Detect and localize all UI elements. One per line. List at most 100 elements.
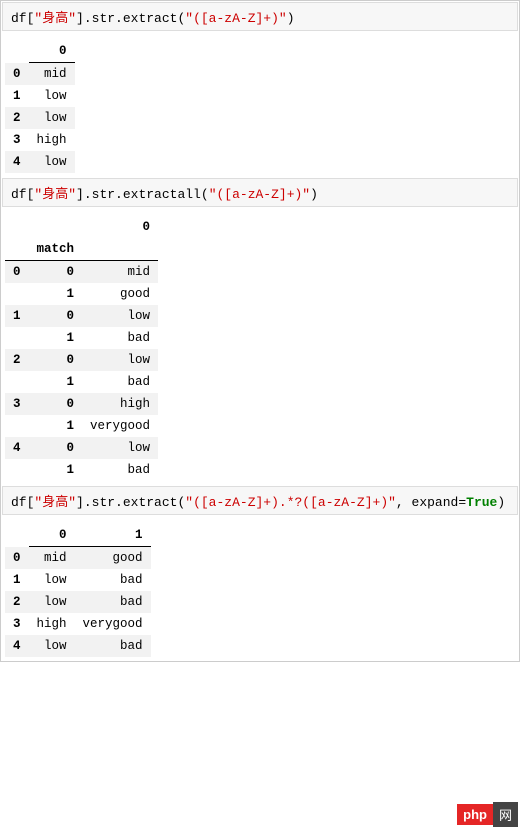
row-index: 4 [5,635,29,657]
table-row: 1verygood [5,415,158,437]
code-var: df [11,11,27,26]
index-header-l1 [29,216,83,238]
table-row: 3high [5,129,75,151]
row-index-l0 [5,415,29,437]
col-header-0: 0 [82,216,158,238]
row-index-l1: 1 [29,327,83,349]
row-index-l0: 2 [5,349,29,371]
code-cell-2: df["身高"].str.extractall("([a-zA-Z]+)") [2,178,518,207]
bracket-close: ] [76,187,84,202]
row-index: 0 [5,63,29,86]
row-index-l1: 0 [29,393,83,415]
row-index: 1 [5,85,29,107]
code-eq: = [458,495,466,510]
cell-value: bad [82,371,158,393]
table-row: 1bad [5,459,158,481]
code-arg: "([a-zA-Z]+)" [209,187,310,202]
code-key: "身高" [34,187,76,202]
watermark-right: 网 [493,802,518,827]
code-chain: .str.extract [84,11,178,26]
cell-value: low [29,107,75,129]
table-row: 1bad [5,327,158,349]
table-row: 2lowbad [5,591,151,613]
row-index-l0: 4 [5,437,29,459]
cell-value-1: good [75,547,151,570]
cell-value-0: low [29,591,75,613]
col-header-1: 1 [75,524,151,547]
cell-value: verygood [82,415,158,437]
index-header [5,524,29,547]
cell-value: low [29,85,75,107]
cell-value-0: low [29,635,75,657]
code-arg: "([a-zA-Z]+)" [185,11,286,26]
bracket-close: ] [76,495,84,510]
cell-value: good [82,283,158,305]
row-index-l0: 1 [5,305,29,327]
output-table-2: 0 match 00mid1good10low1bad20low1bad30hi… [1,208,519,485]
index-header [5,40,29,63]
watermark-left: php [457,804,493,825]
row-index: 0 [5,547,29,570]
notebook-container: df["身高"].str.extract("([a-zA-Z]+)") 0 0m… [0,0,520,662]
code-cell-1: df["身高"].str.extract("([a-zA-Z]+)") [2,2,518,31]
row-index-l0 [5,283,29,305]
col-header-blank [82,238,158,261]
cell-value: bad [82,459,158,481]
table-row: 2low [5,107,75,129]
col-header-0: 0 [29,40,75,63]
row-index: 1 [5,569,29,591]
output-table-1: 0 0mid1low2low3high4low [1,32,519,177]
cell-value: low [82,437,158,459]
code-chain: .str.extractall [84,187,201,202]
code-key: "身高" [34,11,76,26]
table-row: 4lowbad [5,635,151,657]
code-kw: expand [412,495,459,510]
code-val: True [466,495,497,510]
dataframe-3: 0 1 0midgood1lowbad2lowbad3highverygood4… [5,524,151,657]
row-index-l1: 1 [29,283,83,305]
row-index-l0: 0 [5,261,29,284]
row-index: 4 [5,151,29,173]
cell-value-1: bad [75,591,151,613]
paren-open: ( [201,187,209,202]
row-index-l0: 3 [5,393,29,415]
row-index: 3 [5,613,29,635]
index-name-match: match [29,238,83,261]
cell-value: mid [82,261,158,284]
table-row: 10low [5,305,158,327]
row-index-l1: 1 [29,415,83,437]
cell-value-0: high [29,613,75,635]
row-index-l1: 0 [29,261,83,284]
row-index-l1: 0 [29,305,83,327]
code-var: df [11,495,27,510]
code-cell-3: df["身高"].str.extract("([a-zA-Z]+).*?([a-… [2,486,518,515]
table-row: 4low [5,151,75,173]
code-key: "身高" [34,495,76,510]
table-row: 40low [5,437,158,459]
col-header-0: 0 [29,524,75,547]
cell-value-1: bad [75,569,151,591]
code-chain: .str.extract [84,495,178,510]
table-row: 1bad [5,371,158,393]
index-name-blank [5,238,29,261]
dataframe-2: 0 match 00mid1good10low1bad20low1bad30hi… [5,216,158,481]
cell-value-0: low [29,569,75,591]
cell-value: low [29,151,75,173]
cell-value-1: verygood [75,613,151,635]
row-index: 2 [5,591,29,613]
row-index: 2 [5,107,29,129]
paren-close: ) [497,495,505,510]
cell-value: high [82,393,158,415]
output-table-3: 0 1 0midgood1lowbad2lowbad3highverygood4… [1,516,519,661]
row-index-l1: 0 [29,437,83,459]
dataframe-1: 0 0mid1low2low3high4low [5,40,75,173]
cell-value: bad [82,327,158,349]
table-row: 1low [5,85,75,107]
index-header-l0 [5,216,29,238]
row-index: 3 [5,129,29,151]
paren-close: ) [287,11,295,26]
bracket-close: ] [76,11,84,26]
paren-close: ) [310,187,318,202]
code-arg: "([a-zA-Z]+).*?([a-zA-Z]+)" [185,495,396,510]
cell-value: low [82,349,158,371]
